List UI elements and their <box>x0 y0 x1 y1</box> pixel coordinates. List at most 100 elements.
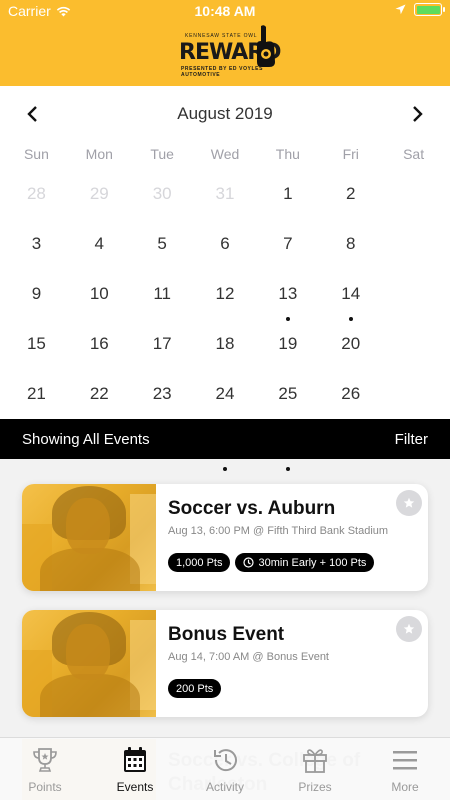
weekday-label: Thu <box>275 146 300 162</box>
points-badge-label: 200 Pts <box>176 682 214 695</box>
clock-icon <box>243 557 255 568</box>
weekday-label: Sat <box>403 146 425 162</box>
day-number: 10 <box>89 284 109 303</box>
foam-finger-icon <box>257 25 275 67</box>
calendar-day[interactable]: 4 <box>68 224 131 274</box>
calendar-day[interactable]: 20 <box>319 324 382 374</box>
filter-button[interactable]: Filter <box>395 431 428 448</box>
day-number: 26 <box>341 384 361 403</box>
calendar-day[interactable]: 16 <box>68 324 131 374</box>
day-number: 28 <box>26 184 46 203</box>
battery-fill <box>416 5 440 14</box>
weekday-label: Sun <box>23 146 49 162</box>
calendar-day[interactable]: 19 <box>256 324 319 374</box>
weekday-label: Fri <box>342 146 359 162</box>
calendar-day[interactable]: 24 <box>194 374 257 424</box>
event-subtitle: Aug 13, 6:00 PM @ Fifth Third Bank Stadi… <box>168 525 389 537</box>
day-number: 24 <box>215 384 235 403</box>
calendar-icon <box>124 747 146 772</box>
trophy-icon <box>33 748 57 772</box>
logo-top-text: KENNESAW STATE OWL <box>185 33 258 39</box>
calendar-day-outside-month: 29 <box>68 174 131 224</box>
tab-label: Activity <box>205 780 244 794</box>
calendar-day[interactable]: 9 <box>5 274 68 324</box>
calendar-day[interactable]: 1 <box>256 174 319 224</box>
calendar-day[interactable]: 15 <box>5 324 68 374</box>
day-number: 9 <box>31 284 42 303</box>
weekday-label: Wed <box>210 146 240 162</box>
calendar-day[interactable]: 25 <box>256 374 319 424</box>
calendar-day[interactable]: 3 <box>5 224 68 274</box>
day-number: 7 <box>283 234 293 253</box>
calendar-day[interactable]: 12 <box>194 274 257 324</box>
points-badge: 200 Pts <box>168 679 222 698</box>
calendar-day[interactable]: 6 <box>194 224 257 274</box>
favorite-button[interactable] <box>396 490 422 516</box>
status-right <box>395 3 445 16</box>
status-time: 10:48 AM <box>194 3 256 19</box>
tab-activity[interactable]: Activity <box>180 738 270 800</box>
calendar-day[interactable]: 14 <box>319 274 382 324</box>
tab-label: Events <box>116 780 154 794</box>
calendar-day[interactable]: 21 <box>5 374 68 424</box>
tab-events[interactable]: Events <box>90 738 180 800</box>
calendar-day-outside-month: 31 <box>194 174 257 224</box>
event-subtitle: Aug 14, 7:00 AM @ Bonus Event <box>168 651 329 663</box>
tab-bar: Points Events Activity Prizes More <box>0 737 450 800</box>
event-card[interactable]: Bonus Event Aug 14, 7:00 AM @ Bonus Even… <box>22 610 428 717</box>
calendar-day[interactable]: 5 <box>131 224 194 274</box>
day-number: 5 <box>157 234 167 253</box>
day-number: 1 <box>283 184 293 203</box>
day-number: 25 <box>278 384 298 403</box>
bonus-badge-label: 30min Early + 100 Pts <box>258 556 367 569</box>
next-month-button[interactable] <box>404 100 432 128</box>
calendar-nav: August 2019 <box>0 98 450 130</box>
tab-label: More <box>391 780 419 794</box>
weekday-header: Sun Mon Tue Wed Thu Fri Sat <box>5 146 445 162</box>
event-indicator-dot <box>348 317 353 321</box>
menu-icon <box>393 751 417 770</box>
calendar-day[interactable]: 10 <box>68 274 131 324</box>
day-number: 22 <box>89 384 109 403</box>
event-badges: 200 Pts <box>168 679 222 698</box>
day-number: 29 <box>89 184 109 203</box>
app-header: Carrier 10:48 AM KENNESAW STATE OWL REWA… <box>0 0 450 86</box>
calendar-day[interactable]: 11 <box>131 274 194 324</box>
day-number: 18 <box>215 334 235 353</box>
favorite-button[interactable] <box>396 616 422 642</box>
day-number: 19 <box>278 334 298 353</box>
event-indicator-dot <box>285 317 290 321</box>
calendar-day[interactable]: 13 <box>256 274 319 324</box>
day-number: 13 <box>278 284 298 303</box>
points-badge-label: 1,000 Pts <box>176 556 223 569</box>
event-card[interactable]: Soccer vs. Auburn Aug 13, 6:00 PM @ Fift… <box>22 484 428 591</box>
event-title: Soccer vs. Auburn <box>168 498 336 519</box>
bonus-badge: 30min Early + 100 Pts <box>235 553 375 572</box>
calendar-day[interactable]: 26 <box>319 374 382 424</box>
event-image <box>22 484 156 591</box>
day-number: 12 <box>215 284 235 303</box>
calendar-day[interactable]: 8 <box>319 224 382 274</box>
day-number: 14 <box>341 284 361 303</box>
calendar-day[interactable]: 23 <box>131 374 194 424</box>
reward-logo: KENNESAW STATE OWL REWARD PRESENTED BY E… <box>175 24 281 80</box>
status-bar: Carrier 10:48 AM <box>0 0 450 22</box>
calendar-day-outside-month: 30 <box>131 174 194 224</box>
tab-points[interactable]: Points <box>0 738 90 800</box>
chevron-right-icon <box>413 106 423 122</box>
event-badges: 1,000 Pts 30min Early + 100 Pts <box>168 553 375 572</box>
calendar-day[interactable]: 17 <box>131 324 194 374</box>
event-list: Soccer vs. Auburn Aug 13, 6:00 PM @ Fift… <box>0 459 450 739</box>
battery-icon <box>414 3 445 16</box>
calendar-day[interactable]: 2 <box>319 174 382 224</box>
calendar-day[interactable]: 22 <box>68 374 131 424</box>
day-number: 21 <box>26 384 46 403</box>
day-number: 23 <box>152 384 172 403</box>
history-icon <box>214 749 237 772</box>
day-number: 30 <box>152 184 172 203</box>
tab-prizes[interactable]: Prizes <box>270 738 360 800</box>
tab-more[interactable]: More <box>360 738 450 800</box>
day-number: 15 <box>26 334 46 353</box>
calendar-day[interactable]: 7 <box>256 224 319 274</box>
calendar-day[interactable]: 18 <box>194 324 257 374</box>
